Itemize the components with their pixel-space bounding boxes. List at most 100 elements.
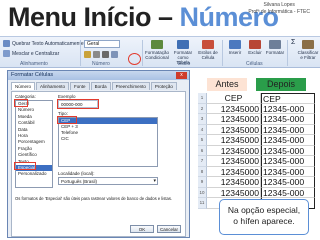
before-label: Antes [207,78,247,91]
cancel-button[interactable]: Cancelar [157,225,181,233]
header-cell-before[interactable]: CEP [207,93,261,104]
header-cell-after[interactable]: CEP [261,93,315,104]
credits: Silvana Lopes Profª de Informática - FTE… [248,2,310,16]
wrap-text-icon [3,40,10,47]
row-number[interactable]: 4 [198,124,207,135]
row-number[interactable]: 9 [198,177,207,188]
cell-before[interactable]: 12345000 [207,103,261,114]
row-number[interactable]: 6 [198,145,207,156]
comma-icon [102,51,109,58]
row-number[interactable]: 3 [198,114,207,125]
ribbon: Quebrar Texto Automaticamente Mesclar e … [0,36,320,68]
merge-icon [3,50,10,57]
cell-before[interactable]: 12345000 [207,156,261,167]
cell-styles-icon [202,40,214,49]
close-icon[interactable]: x [176,72,187,79]
tab-number[interactable]: Número [11,82,36,90]
sheet-row: 10 12345000 12345-000 [198,187,316,198]
locale-select[interactable]: Português (Brasil) [58,177,158,185]
currency-icon [84,51,91,58]
credits-role: Profª de Informática - FTEC [248,9,310,15]
row-number[interactable]: 1 [198,93,207,104]
wrap-text-button[interactable]: Quebrar Texto Automaticamente [3,40,84,47]
tab-font[interactable]: Fonte [70,82,90,90]
type-list[interactable]: CEP CEP + 3 Telefone CIC [58,117,158,167]
ribbon-divider [287,40,288,66]
percent-icon [93,51,100,58]
cell-after[interactable]: 12345-000 [261,156,315,167]
tab-fill[interactable]: Preenchimento [111,82,150,90]
tab-protection[interactable]: Proteção [150,82,177,90]
sheet-row: 4 12345000 12345-000 [198,124,316,135]
format-icon [269,40,281,49]
cell-before[interactable]: 12345000 [207,166,261,177]
group-styles-label: Estilo [178,61,191,67]
cell-before[interactable]: 12345000 [207,145,261,156]
cell-after[interactable]: 12345-000 [261,135,315,146]
cell-after[interactable]: 12345-000 [261,145,315,156]
tab-border[interactable]: Borda [90,82,111,90]
merge-center-button[interactable]: Mesclar e Centralizar [3,50,59,57]
cell-after[interactable]: 12345-000 [261,177,315,188]
row-number[interactable]: 10 [198,187,207,198]
locale-label: Localidade (local): [58,171,95,176]
sheet-row: 6 12345000 12345-000 [198,145,316,156]
group-cells-label: Células [246,61,263,67]
row-number[interactable]: 7 [198,156,207,167]
insert-button[interactable]: Inserir [225,40,245,59]
format-description: Os formatos de 'Especial' são úteis para… [15,196,173,201]
credits-author: Silvana Lopes [263,2,295,8]
conditional-format-icon [151,40,163,49]
number-format-select[interactable]: Geral [84,40,120,48]
table-icon [177,40,189,49]
cell-before[interactable]: 12345000 [207,114,261,125]
format-cells-dialog: Formatar Células x Número Alinhamento Fo… [7,70,190,238]
cell-before[interactable]: 12345000 [207,135,261,146]
dialog-title: Formatar Células [11,72,54,78]
category-item[interactable]: Personalizado [16,171,52,177]
row-number[interactable]: 8 [198,166,207,177]
type-item[interactable]: CIC [59,136,157,142]
format-button[interactable]: Formatar [265,40,285,59]
cell-before[interactable]: 12345000 [207,177,261,188]
highlight-box [14,99,28,107]
sheet-row: 1 CEP CEP [198,93,316,104]
tab-alignment[interactable]: Alinhamento [36,82,70,90]
sort-filter-icon [302,40,314,49]
sheet-row: 3 12345000 12345-000 [198,114,316,125]
dialog-titlebar: Formatar Células x [8,71,189,80]
decimal-icon [111,51,118,58]
cell-after[interactable]: 12345-000 [261,187,315,198]
sheet-row: 5 12345000 12345-000 [198,135,316,146]
dialog-body: Categoria: Geral Número Moeda Contábil D… [11,91,186,237]
conditional-format-button[interactable]: Formatação Condicional [145,40,169,60]
sort-filter-button[interactable]: Classificar e Filtrar [297,40,319,60]
sheet-row: 2 12345000 12345-000 [198,103,316,114]
cell-styles-button[interactable]: Estilos de Célula [197,40,219,60]
callout-line-1: Na opção especial, [227,205,301,215]
category-list[interactable]: Geral Número Moeda Contábil Data Hora Po… [15,100,53,188]
row-number[interactable]: 11 [198,198,207,209]
dialog-tabs: Número Alinhamento Fonte Borda Preenchim… [8,80,189,90]
cell-after[interactable]: 12345-000 [261,166,315,177]
autosum-button[interactable]: Σ [291,39,295,46]
cell-after[interactable]: 12345-000 [261,114,315,125]
cell-before[interactable]: 12345000 [207,124,261,135]
cell-after[interactable]: 12345-000 [261,103,315,114]
number-format-buttons[interactable] [84,51,118,58]
ribbon-divider [80,40,81,66]
cell-before[interactable]: 12345000 [207,187,261,198]
highlight-box [57,99,99,109]
callout-line-2: o hífen aparece. [233,216,295,226]
delete-icon [249,40,261,49]
row-number[interactable]: 2 [198,103,207,114]
highlight-box [57,116,77,124]
slide-title: Menu Início – Número [8,2,279,32]
row-number[interactable]: 5 [198,135,207,146]
group-alignment-label: Alinhamento [20,61,48,67]
cell-after[interactable]: 12345-000 [261,124,315,135]
delete-button[interactable]: Excluir [245,40,265,59]
format-table-button[interactable]: Formatar como Tabela [171,40,195,65]
ok-button[interactable]: OK [130,225,154,233]
spreadsheet-grid: 1 CEP CEP 2 12345000 12345-000 3 12345000 12345-… [198,93,316,209]
